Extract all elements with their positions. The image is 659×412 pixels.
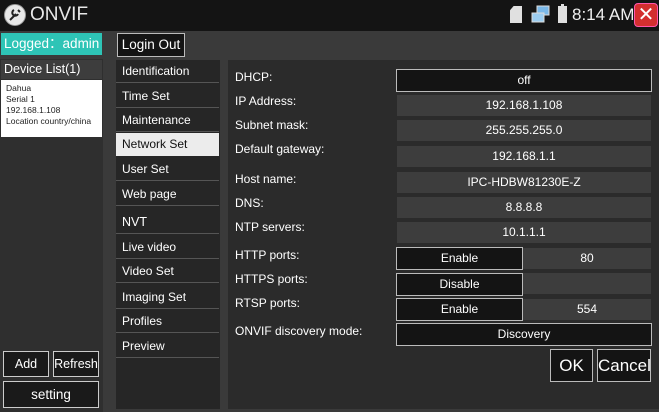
host-name-label: Host name: [235,172,297,186]
http-enable-button[interactable]: Enable [396,247,523,270]
https-disable-button[interactable]: Disable [396,273,523,296]
onvif-app-icon [4,4,26,26]
cancel-button[interactable]: Cancel [597,349,651,382]
onvif-discovery-label: ONVIF discovery mode: [235,324,363,338]
logged-in-user: Logged：admin [1,33,102,55]
network-icon [531,5,550,23]
device-serial: Serial 1 [6,94,35,104]
ntp-servers-field[interactable]: 10.1.1.1 [397,222,651,243]
rtsp-ports-label: RTSP ports: [235,296,300,310]
refresh-button[interactable]: Refresh [53,351,99,377]
subnet-mask-field[interactable]: 255.255.255.0 [397,120,651,141]
dhcp-label: DHCP: [235,70,273,84]
app-title: ONVIF [30,4,89,25]
device-location: Location country/china [6,116,92,126]
menu-imaging-set[interactable]: Imaging Set [116,286,219,309]
default-gateway-field[interactable]: 192.168.1.1 [397,146,651,167]
http-ports-label: HTTP ports: [235,248,300,262]
discovery-mode-button[interactable]: Discovery [396,323,652,346]
ip-address-field[interactable]: 192.168.1.108 [397,95,651,116]
menu-nvt-title: NVT [116,211,219,234]
rtsp-port-field[interactable]: 554 [523,299,651,320]
menu-video-set[interactable]: Video Set [116,260,219,283]
login-out-button[interactable]: Login Out [117,33,185,57]
ok-button[interactable]: OK [550,349,593,382]
device-list-item[interactable]: Dahua Serial 1 192.168.1.108 Location co… [1,80,102,137]
dhcp-toggle[interactable]: off [396,69,652,92]
https-ports-label: HTTPS ports: [235,272,308,286]
sd-card-icon [510,6,522,23]
default-gateway-label: Default gateway: [235,142,325,156]
menu-preview[interactable]: Preview [116,335,219,358]
menu-identification[interactable]: Identification [116,60,219,83]
add-button[interactable]: Add [3,351,49,377]
menu-network-set[interactable]: Network Set [116,133,219,156]
subnet-mask-label: Subnet mask: [235,118,309,132]
battery-icon [558,4,567,23]
menu-live-video[interactable]: Live video [116,236,219,259]
ip-address-label: IP Address: [235,94,297,108]
http-port-field[interactable]: 80 [523,248,651,269]
dns-field[interactable]: 8.8.8.8 [397,197,651,218]
setting-button[interactable]: setting [3,381,99,408]
title-bar: ONVIF 8:14 AM ✕ [0,0,659,31]
device-list-title: Device List(1) [1,60,102,79]
close-icon[interactable]: ✕ [634,3,658,27]
ntp-servers-label: NTP servers: [235,220,305,234]
menu-profiles[interactable]: Profiles [116,310,219,333]
device-ip: 192.168.1.108 [6,105,61,115]
menu-web-page[interactable]: Web page [116,183,219,206]
device-name: Dahua [6,83,32,93]
dns-label: DNS: [235,196,264,210]
https-port-field[interactable] [523,273,651,294]
menu-user-set[interactable]: User Set [116,158,219,181]
menu-maintenance[interactable]: Maintenance [116,109,219,132]
rtsp-enable-button[interactable]: Enable [396,298,523,321]
clock: 8:14 AM [572,5,635,24]
menu-time-set[interactable]: Time Set [116,85,219,108]
host-name-field[interactable]: IPC-HDBW81230E-Z [397,172,651,193]
